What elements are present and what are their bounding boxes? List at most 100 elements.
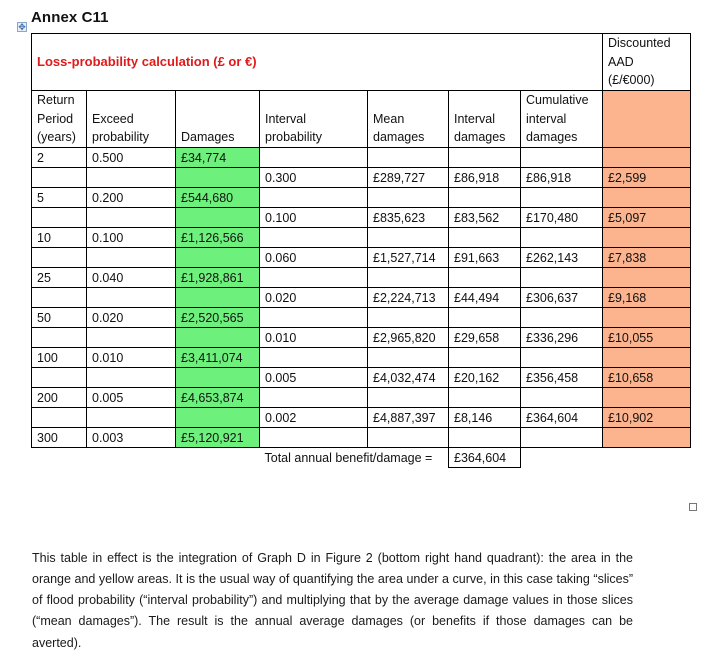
table-row: 0.005 £4,032,474 £20,162 £356,458 £10,658	[31, 366, 691, 388]
cell-interval-damages	[448, 226, 521, 248]
cell-mean-damages: £4,887,397	[367, 406, 449, 428]
cell-discounted-aad: £5,097	[602, 206, 691, 228]
cell-return-period: 300	[31, 426, 87, 448]
cell-return-period: 5	[31, 186, 87, 208]
cell-interval-damages: £83,562	[448, 206, 521, 228]
cell-mean-damages	[367, 306, 449, 328]
cell-interval-damages	[448, 266, 521, 288]
cell-damages: £4,653,874	[175, 386, 260, 408]
cell-mean-damages	[367, 266, 449, 288]
cell-damages	[175, 166, 260, 188]
header-interval-damages: Interval damages	[448, 90, 521, 148]
cell-discounted-aad	[602, 306, 691, 328]
loss-probability-table: Loss-probability calculation (£ or €) Di…	[31, 33, 691, 468]
cell-exceed-probability	[86, 206, 176, 228]
cell-interval-probability	[259, 226, 368, 248]
cell-exceed-probability	[86, 246, 176, 268]
cell-damages: £1,928,861	[175, 266, 260, 288]
total-row: Total annual benefit/damage = £364,604	[32, 446, 691, 468]
cell-mean-damages: £835,623	[367, 206, 449, 228]
cell-interval-probability	[259, 346, 368, 368]
table-row: 0.010 £2,965,820 £29,658 £336,296 £10,055	[31, 326, 691, 348]
cell-return-period: 2	[31, 146, 87, 168]
caption-row: Loss-probability calculation (£ or €) Di…	[31, 33, 691, 91]
cell-return-period	[31, 206, 87, 228]
cell-exceed-probability: 0.005	[86, 386, 176, 408]
cell-discounted-aad: £9,168	[602, 286, 691, 308]
table-row: 50 0.020 £2,520,565	[31, 306, 691, 328]
discounted-header-line: (£/€000)	[608, 73, 655, 87]
cell-discounted-aad	[602, 146, 691, 168]
cell-discounted-aad: £2,599	[602, 166, 691, 188]
cell-return-period: 50	[31, 306, 87, 328]
cell-interval-damages	[448, 426, 521, 448]
cell-mean-damages: £2,224,713	[367, 286, 449, 308]
cell-exceed-probability	[86, 166, 176, 188]
table-row: 0.002 £4,887,397 £8,146 £364,604 £10,902	[31, 406, 691, 428]
cell-cumulative-interval-damages	[520, 146, 603, 168]
cell-cumulative-interval-damages: £364,604	[520, 406, 603, 428]
cell-return-period: 25	[31, 266, 87, 288]
cell-interval-damages	[448, 146, 521, 168]
cell-interval-damages	[448, 306, 521, 328]
cell-interval-damages	[448, 346, 521, 368]
cell-exceed-probability: 0.010	[86, 346, 176, 368]
discounted-aad-header: Discounted AAD (£/€000)	[602, 33, 691, 91]
cell-discounted-aad: £7,838	[602, 246, 691, 268]
cell-interval-damages: £20,162	[448, 366, 521, 388]
cell-cumulative-interval-damages: £356,458	[520, 366, 603, 388]
cell-exceed-probability	[86, 406, 176, 428]
cell-discounted-aad	[602, 426, 691, 448]
table-row: 0.300 £289,727 £86,918 £86,918 £2,599	[31, 166, 691, 188]
cell-mean-damages: £1,527,714	[367, 246, 449, 268]
cell-discounted-aad	[602, 226, 691, 248]
header-exceed-probability: Exceed probability	[86, 90, 176, 148]
table-row: 25 0.040 £1,928,861	[31, 266, 691, 288]
cell-discounted-aad: £10,902	[602, 406, 691, 428]
cell-cumulative-interval-damages: £262,143	[520, 246, 603, 268]
cell-return-period: 10	[31, 226, 87, 248]
table-row: 5 0.200 £544,680	[31, 186, 691, 208]
cell-exceed-probability: 0.003	[86, 426, 176, 448]
table-row: 0.100 £835,623 £83,562 £170,480 £5,097	[31, 206, 691, 228]
cell-return-period	[31, 406, 87, 428]
cell-damages: £5,120,921	[175, 426, 260, 448]
cell-discounted-aad	[602, 266, 691, 288]
cell-damages	[175, 326, 260, 348]
cell-discounted-aad	[602, 186, 691, 208]
cell-return-period: 100	[31, 346, 87, 368]
cell-exceed-probability: 0.500	[86, 146, 176, 168]
column-header-row: Return Period (years) Exceed probability…	[31, 90, 691, 148]
cell-interval-probability: 0.020	[259, 286, 368, 308]
cell-interval-probability	[259, 306, 368, 328]
cell-damages: £2,520,565	[175, 306, 260, 328]
cell-cumulative-interval-damages: £86,918	[520, 166, 603, 188]
cell-mean-damages	[367, 346, 449, 368]
cell-mean-damages	[367, 386, 449, 408]
cell-discounted-aad	[602, 346, 691, 368]
cell-exceed-probability: 0.100	[86, 226, 176, 248]
cell-damages: £544,680	[175, 186, 260, 208]
cell-damages	[175, 246, 260, 268]
header-damages: Damages	[175, 90, 260, 148]
cell-cumulative-interval-damages	[520, 306, 603, 328]
table-row: 100 0.010 £3,411,074	[31, 346, 691, 368]
cell-damages: £3,411,074	[175, 346, 260, 368]
table-resize-handle-icon[interactable]	[689, 503, 697, 511]
cell-exceed-probability	[86, 366, 176, 388]
cell-interval-damages: £8,146	[448, 406, 521, 428]
cell-damages	[175, 286, 260, 308]
cell-return-period	[31, 286, 87, 308]
cell-interval-probability	[259, 146, 368, 168]
cell-return-period	[31, 326, 87, 348]
cell-damages	[175, 406, 260, 428]
cell-damages	[175, 206, 260, 228]
cell-damages: £34,774	[175, 146, 260, 168]
cell-interval-probability: 0.002	[259, 406, 368, 428]
cell-mean-damages	[367, 426, 449, 448]
discounted-header-line: AAD	[608, 54, 634, 69]
cell-return-period: 200	[31, 386, 87, 408]
table-move-handle-icon[interactable]: ✥	[17, 22, 27, 32]
cell-interval-probability	[259, 186, 368, 208]
cell-interval-probability	[259, 426, 368, 448]
